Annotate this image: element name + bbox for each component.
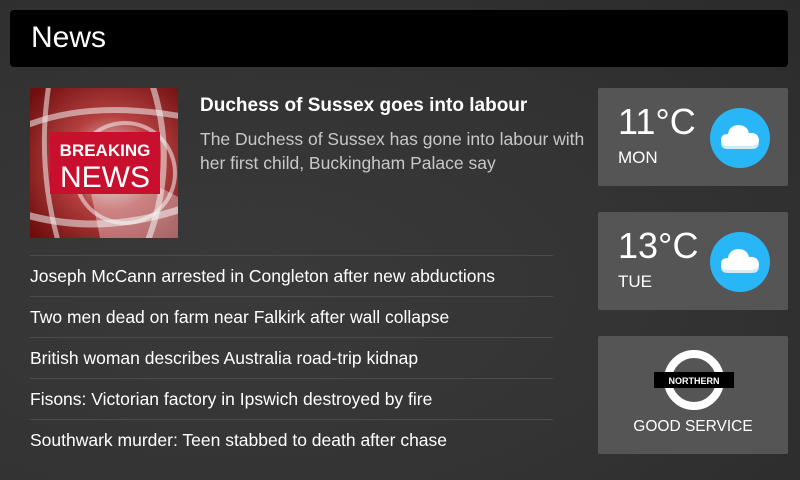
tube-status-text: GOOD SERVICE: [633, 418, 753, 435]
london-underground-roundel-icon: NORTHERN: [654, 350, 734, 410]
news-label: NEWS: [60, 161, 150, 194]
breaking-news-graphic: BREAKING NEWS: [30, 88, 178, 238]
breaking-news-image[interactable]: BREAKING NEWS: [30, 88, 178, 238]
weather-temperature: 13°C: [618, 225, 699, 266]
weather-day: TUE: [618, 272, 652, 291]
headline-item[interactable]: Joseph McCann arrested in Congleton afte…: [30, 255, 553, 296]
tube-status-card[interactable]: NORTHERN GOOD SERVICE: [598, 336, 788, 454]
tube-line-name: NORTHERN: [669, 376, 720, 386]
featured-summary: The Duchess of Sussex has gone into labo…: [200, 129, 585, 173]
header-bar: News: [10, 10, 788, 67]
cloud-icon: [710, 108, 770, 168]
weather-card-tue[interactable]: 13°C TUE: [598, 212, 788, 310]
headline-item[interactable]: Two men dead on farm near Falkirk after …: [30, 296, 553, 337]
headline-item[interactable]: British woman describes Australia road-t…: [30, 337, 553, 378]
weather-card-mon[interactable]: 11°C MON: [598, 88, 788, 186]
breaking-label: BREAKING: [60, 141, 151, 160]
featured-headline[interactable]: Duchess of Sussex goes into labour: [200, 93, 580, 119]
weather-temperature: 11°C: [618, 101, 696, 142]
headline-item[interactable]: Fisons: Victorian factory in Ipswich des…: [30, 378, 553, 419]
cloud-icon: [710, 232, 770, 292]
headline-list: Joseph McCann arrested in Congleton afte…: [30, 255, 553, 460]
weather-day: MON: [618, 148, 658, 167]
page-title: News: [31, 21, 107, 54]
headline-item[interactable]: Southwark murder: Teen stabbed to death …: [30, 419, 553, 460]
